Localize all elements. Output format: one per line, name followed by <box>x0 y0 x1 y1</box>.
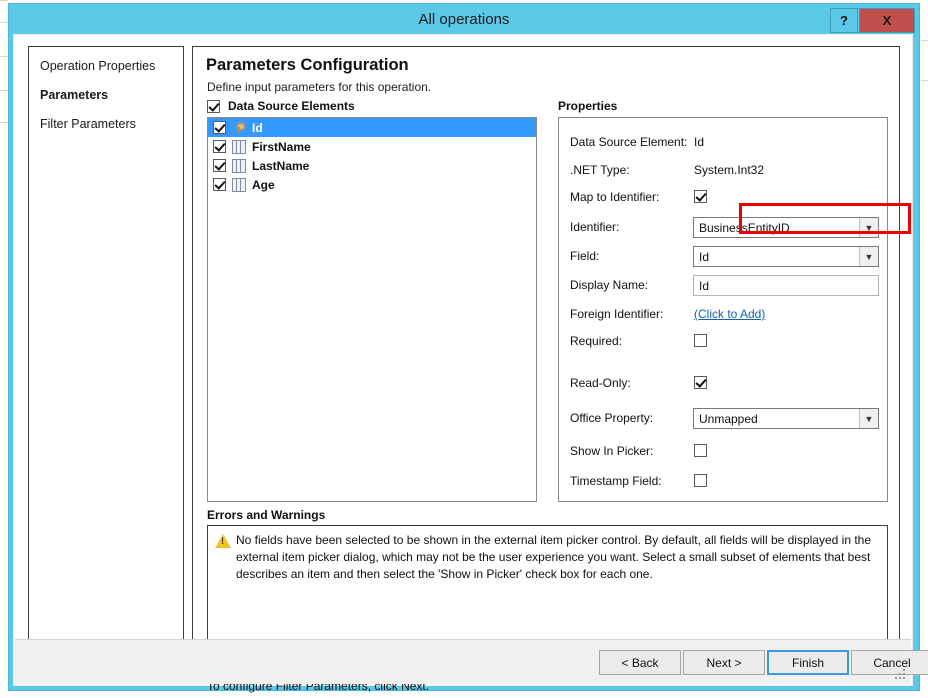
field-value: Id <box>699 249 710 264</box>
read-only-checkbox[interactable] <box>694 376 707 389</box>
dialog-client-area: Operation Properties Parameters Filter P… <box>13 34 928 693</box>
bg-divider <box>0 90 8 91</box>
office-property-value: Unmapped <box>699 411 758 426</box>
property-read-only: Read-Only: <box>570 373 880 395</box>
property-data-source-element: Data Source Element: Id <box>570 132 880 154</box>
back-button[interactable]: < Back <box>599 650 681 675</box>
data-source-elements-tree[interactable]: Id FirstName LastName Age <box>207 117 537 502</box>
tree-row[interactable]: Id <box>208 118 536 137</box>
property-label: Map to Identifier: <box>570 190 660 204</box>
tree-row-label: LastName <box>252 158 310 173</box>
property-office-property: Office Property: Unmapped ▼ <box>570 408 880 430</box>
nav-item-operation-properties[interactable]: Operation Properties <box>40 59 155 73</box>
close-button[interactable]: X <box>859 8 915 33</box>
row-checkbox[interactable] <box>213 121 226 134</box>
property-label: Foreign Identifier: <box>570 307 664 321</box>
office-property-dropdown[interactable]: Unmapped ▼ <box>693 408 879 429</box>
property-value: Id <box>694 135 705 149</box>
data-source-elements-header: Data Source Elements <box>207 99 355 113</box>
timestamp-field-checkbox[interactable] <box>694 474 707 487</box>
foreign-identifier-add-link[interactable]: (Click to Add) <box>694 307 765 321</box>
chevron-down-icon: ▼ <box>859 218 878 237</box>
warning-icon <box>215 534 231 548</box>
bg-divider <box>921 40 928 41</box>
column-icon <box>232 177 246 192</box>
errors-and-warnings-caption: Errors and Warnings <box>207 508 326 522</box>
map-to-identifier-checkbox[interactable] <box>694 190 707 203</box>
identifier-value: BusinessEntityID <box>699 220 790 235</box>
column-icon <box>232 139 246 154</box>
property-label: Office Property: <box>570 411 654 425</box>
page-title: Parameters Configuration <box>206 56 409 74</box>
bg-divider <box>0 22 8 23</box>
tree-row-label: Age <box>252 177 275 192</box>
row-checkbox[interactable] <box>213 140 226 153</box>
property-map-to-identifier: Map to Identifier: <box>570 187 880 209</box>
warning-message: No fields have been selected to be shown… <box>236 533 872 581</box>
show-in-picker-checkbox[interactable] <box>694 444 707 457</box>
property-show-in-picker: Show In Picker: <box>570 441 880 463</box>
chevron-down-icon: ▼ <box>859 247 878 266</box>
tree-row-label: Id <box>252 120 263 135</box>
page-subtitle: Define input parameters for this operati… <box>207 80 432 94</box>
properties-panel: Data Source Element: Id .NET Type: Syste… <box>558 117 888 502</box>
dialog-window: All operations ? X Operation Properties … <box>8 3 928 693</box>
property-identifier: Identifier: BusinessEntityID ▼ <box>570 217 880 239</box>
property-label: Identifier: <box>570 220 620 234</box>
title-bar: All operations ? X <box>12 7 916 34</box>
row-checkbox[interactable] <box>213 159 226 172</box>
help-button[interactable]: ? <box>830 8 858 33</box>
property-timestamp-field: Timestamp Field: <box>570 471 880 493</box>
nav-item-parameters[interactable]: Parameters <box>40 88 108 102</box>
property-label: Field: <box>570 249 600 263</box>
key-icon <box>232 121 246 135</box>
property-value: System.Int32 <box>694 163 765 177</box>
property-net-type: .NET Type: System.Int32 <box>570 160 880 182</box>
tree-row[interactable]: FirstName <box>208 137 536 156</box>
main-pane: Parameters Configuration Define input pa… <box>192 46 911 693</box>
chevron-down-icon: ▼ <box>859 409 878 428</box>
dialog-footer: < Back Next > Finish Cancel <box>15 639 928 684</box>
column-icon <box>232 158 246 173</box>
nav-item-filter-parameters[interactable]: Filter Parameters <box>40 117 136 131</box>
property-label: Timestamp Field: <box>570 474 662 488</box>
tree-row[interactable]: LastName <box>208 156 536 175</box>
identifier-dropdown[interactable]: BusinessEntityID ▼ <box>693 217 879 238</box>
bg-divider <box>0 122 8 123</box>
tree-row[interactable]: Age <box>208 175 536 194</box>
cancel-button[interactable]: Cancel <box>851 650 928 675</box>
properties-caption: Properties <box>558 99 618 113</box>
field-dropdown[interactable]: Id ▼ <box>693 246 879 267</box>
next-button[interactable]: Next > <box>683 650 765 675</box>
property-label: Required: <box>570 334 623 348</box>
wizard-step-nav: Operation Properties Parameters Filter P… <box>28 46 184 659</box>
window-title: All operations <box>418 11 510 28</box>
property-required: Required: <box>570 331 880 353</box>
property-label: Show In Picker: <box>570 444 654 458</box>
tree-row-label: FirstName <box>252 139 311 154</box>
property-label: Read-Only: <box>570 376 631 390</box>
property-field: Field: Id ▼ <box>570 246 880 268</box>
resize-grip[interactable] <box>895 669 907 681</box>
finish-button[interactable]: Finish <box>767 650 849 675</box>
row-checkbox[interactable] <box>213 178 226 191</box>
bg-divider <box>921 80 928 81</box>
property-foreign-identifier: Foreign Identifier: (Click to Add) <box>570 304 880 326</box>
select-all-checkbox[interactable] <box>207 99 220 113</box>
property-label: Display Name: <box>570 278 649 292</box>
display-name-input[interactable]: Id <box>693 275 879 296</box>
property-label: .NET Type: <box>570 163 630 177</box>
bg-divider <box>0 56 8 57</box>
required-checkbox[interactable] <box>694 334 707 347</box>
property-display-name: Display Name: Id <box>570 275 880 297</box>
bg-divider <box>0 0 8 1</box>
property-label: Data Source Element: <box>570 135 688 149</box>
data-source-elements-caption: Data Source Elements <box>228 99 355 113</box>
